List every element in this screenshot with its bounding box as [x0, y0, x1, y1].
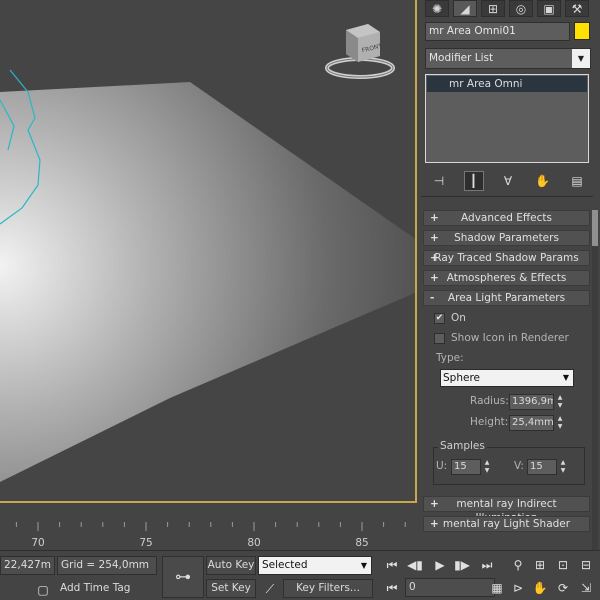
rollout-scrollbar[interactable]	[592, 210, 598, 550]
pan-icon[interactable]: ✋	[530, 578, 550, 598]
v-samples-field[interactable]: 15	[527, 459, 557, 475]
grid-field: Grid = 254,0mm	[57, 556, 157, 575]
pin-stack-icon[interactable]: ⊣	[429, 171, 449, 191]
area-light-parameters-body: ✔ On Show Icon in Renderer Type: Sphere …	[423, 310, 590, 488]
timeline-tick-label: 85	[355, 537, 368, 549]
utilities-icon: ⚒	[571, 1, 583, 16]
time-configuration-icon[interactable]: ▦	[487, 578, 507, 598]
stack-item[interactable]: mr Area Omni	[427, 76, 587, 92]
command-panel: ✺ ◢ ⊞ ◎ ▣ ⚒ mr Area Omni01 Modifier List…	[419, 0, 600, 550]
radius-spinner-icon[interactable]: ▲ ▼	[555, 394, 565, 410]
modify-icon: ◢	[460, 1, 470, 16]
rollout-advanced-effects[interactable]: + Advanced Effects	[423, 210, 590, 226]
selected-value: Selected	[262, 559, 308, 571]
divider	[421, 196, 593, 197]
go-to-start-icon[interactable]: ⏮	[382, 555, 402, 575]
show-icon-checkbox[interactable]	[434, 333, 445, 344]
previous-frame-icon[interactable]: ◀▮	[405, 555, 425, 575]
rollout-ray-traced-shadow-params[interactable]: + Ray Traced Shadow Params	[423, 250, 590, 266]
configure-sets-icon[interactable]: ▤	[567, 171, 587, 191]
status-bar: 22,427m Grid = 254,0mm ▢ Add Time Tag ⊶ …	[0, 550, 600, 600]
timeline-tick-label: 75	[139, 537, 152, 549]
modifier-stack[interactable]: mr Area Omni	[425, 74, 589, 163]
zoom-icon[interactable]: ⚲	[508, 555, 528, 575]
auto-key-button[interactable]: Auto Key	[206, 556, 256, 575]
height-spinner-icon[interactable]: ▲ ▼	[555, 415, 565, 431]
height-field[interactable]: 25,4mm	[509, 415, 554, 431]
sun-icon: ✺	[431, 1, 443, 16]
chevron-down-icon: ▼	[562, 373, 569, 382]
object-color-swatch[interactable]	[574, 22, 590, 40]
modifier-list-label: Modifier List	[429, 52, 494, 64]
time-tag-icon[interactable]: ▢	[33, 580, 53, 600]
key-tangent-icon[interactable]: ⟋	[260, 579, 280, 599]
motion-icon: ◎	[515, 1, 527, 16]
rollout-mental-ray-light-shader[interactable]: + mental ray Light Shader	[423, 516, 590, 532]
maximize-viewport-icon[interactable]: ⇲	[576, 578, 596, 598]
perspective-viewport[interactable]: FRONT	[0, 0, 417, 503]
create-tab[interactable]: ✺	[425, 0, 449, 17]
timeline-ruler[interactable]: 707580859095100	[0, 517, 417, 549]
scrollbar-thumb[interactable]	[592, 210, 598, 246]
chevron-down-icon: ▼	[572, 49, 590, 68]
motion-tab[interactable]: ◎	[509, 0, 533, 17]
current-frame-field[interactable]: 0	[405, 578, 495, 597]
on-checkbox[interactable]: ✔	[434, 313, 445, 324]
show-icon-label: Show Icon in Renderer	[451, 332, 569, 344]
u-label: U:	[436, 460, 448, 472]
remove-modifier-icon[interactable]: ✋	[533, 171, 553, 191]
modifier-list-dropdown[interactable]: Modifier List ▼	[425, 48, 591, 69]
object-name-field[interactable]: mr Area Omni01	[425, 22, 570, 41]
field-of-view-icon[interactable]: ⊳	[508, 578, 528, 598]
radius-label: Radius:	[470, 395, 509, 407]
height-label: Height:	[470, 416, 509, 428]
display-icon: ▣	[543, 1, 555, 16]
rollout-area-light-parameters[interactable]: - Area Light Parameters	[423, 290, 590, 306]
timeline-tick-label: 70	[31, 537, 44, 549]
play-icon[interactable]: ▶	[430, 555, 450, 575]
go-to-end-icon[interactable]: ⏭	[477, 555, 497, 575]
rollout-mental-ray-indirect-illumination[interactable]: +mental ray Indirect Illumination	[423, 496, 590, 524]
utilities-tab[interactable]: ⚒	[565, 0, 589, 17]
timeline-tick-label: 80	[247, 537, 260, 549]
type-value: Sphere	[443, 372, 480, 384]
add-time-tag[interactable]: Add Time Tag	[57, 580, 157, 599]
set-key-mode-button[interactable]: ⊶	[162, 556, 204, 598]
orbit-icon[interactable]: ⟳	[553, 578, 573, 598]
zoom-all-icon[interactable]: ⊞	[530, 555, 550, 575]
show-end-result-icon[interactable]: ┃	[463, 171, 484, 191]
command-tabs: ✺ ◢ ⊞ ◎ ▣ ⚒	[419, 0, 600, 17]
samples-group: Samples U: 15 ▲ ▼ V: 15 ▲ ▼	[433, 440, 585, 485]
hierarchy-tab[interactable]: ⊞	[481, 0, 505, 17]
zoom-extents-all-icon[interactable]: ⊟	[576, 555, 596, 575]
v-label: V:	[514, 460, 524, 472]
modify-tab[interactable]: ◢	[453, 0, 477, 17]
type-dropdown[interactable]: Sphere ▼	[440, 369, 574, 387]
key-icon: ⊶	[175, 567, 191, 586]
radius-field[interactable]: 1396,9m	[509, 394, 554, 410]
key-mode-toggle-icon[interactable]: ⏮	[382, 578, 402, 598]
on-label: On	[451, 312, 466, 324]
track-bar: 707580859095100	[0, 517, 417, 549]
display-tab[interactable]: ▣	[537, 0, 561, 17]
chevron-down-icon: ▼	[360, 561, 367, 570]
viewcube[interactable]: FRONT	[324, 22, 396, 84]
make-unique-icon[interactable]: ∀	[498, 171, 518, 191]
key-filters-button[interactable]: Key Filters...	[283, 579, 373, 598]
set-key-button[interactable]: Set Key	[206, 579, 256, 598]
key-selection-dropdown[interactable]: Selected ▼	[258, 556, 372, 575]
samples-label: Samples	[438, 440, 487, 452]
zoom-extents-icon[interactable]: ⊡	[553, 555, 573, 575]
u-samples-field[interactable]: 15	[451, 459, 481, 475]
rollout-shadow-parameters[interactable]: + Shadow Parameters	[423, 230, 590, 246]
hierarchy-icon: ⊞	[487, 1, 499, 16]
next-frame-icon[interactable]: ▮▶	[452, 555, 472, 575]
rollout-atmospheres-effects[interactable]: + Atmospheres & Effects	[423, 270, 590, 286]
v-spinner-icon[interactable]: ▲ ▼	[558, 459, 568, 475]
stack-toolbar: ⊣ ┃ ∀ ✋ ▤	[425, 170, 591, 192]
u-spinner-icon[interactable]: ▲ ▼	[482, 459, 492, 475]
coordinate-field[interactable]: 22,427m	[0, 556, 55, 575]
rollouts-panel: + Advanced Effects + Shadow Parameters + Ra…	[421, 210, 592, 550]
type-label: Type:	[436, 352, 464, 364]
